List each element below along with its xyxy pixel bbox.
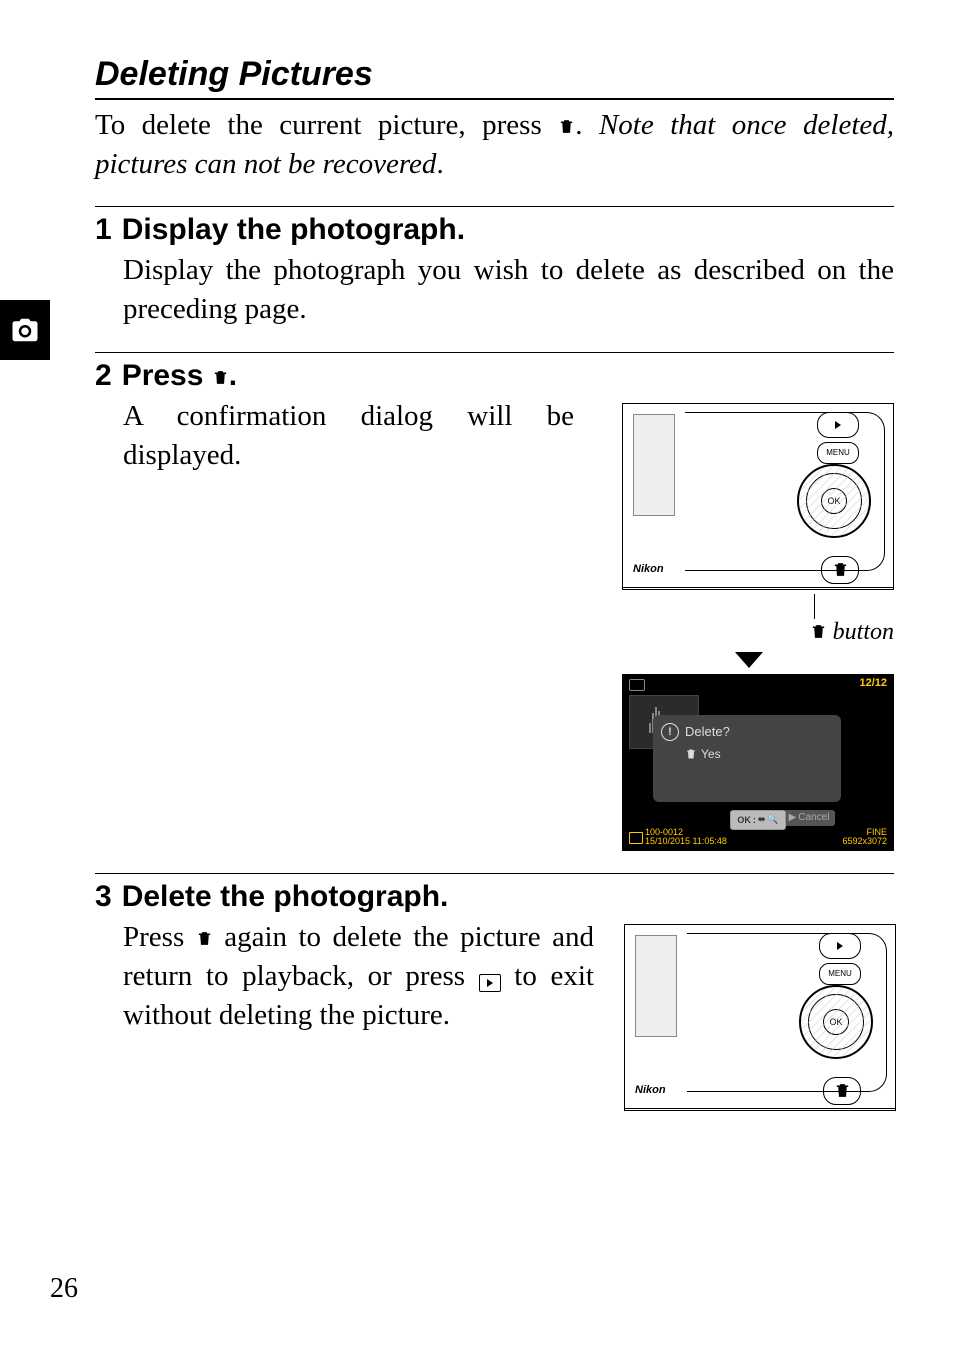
ok-button-icon: OK: [823, 1009, 849, 1035]
multi-selector-icon: OK: [797, 464, 871, 538]
intro-before: To delete the current picture, press: [95, 109, 558, 141]
playback-button-icon: [819, 933, 861, 959]
yes-option: Yes: [685, 747, 833, 761]
brand-text: Nikon: [635, 1084, 666, 1096]
cancel-option: ▶Cancel: [783, 810, 835, 826]
section-title: Deleting Pictures: [95, 55, 894, 94]
caption-text: button: [827, 619, 894, 645]
cancel-label: Cancel: [798, 812, 829, 823]
camera-back-figure: MENU OK Nikon: [624, 924, 896, 1111]
intro-plain: .: [575, 109, 599, 141]
step-body: Display the photograph you wish to delet…: [123, 251, 894, 329]
trash-icon: [196, 929, 213, 948]
yes-label: Yes: [701, 747, 721, 761]
trash-icon: [558, 117, 575, 136]
delete-label: Delete?: [685, 724, 730, 739]
sidebar-tab-camera-icon: [0, 300, 50, 360]
trash-button-icon: [821, 556, 859, 584]
datetime: 15/10/2015 11:05:48: [645, 837, 727, 846]
ok-hint: OK:⬌🔍: [730, 810, 786, 830]
size-info: FINE 6592x3072: [842, 828, 887, 846]
page-number: 26: [50, 1273, 78, 1305]
camera-mode-icon: [629, 679, 645, 691]
step-body: A confirmation dialog will be displayed.: [123, 397, 574, 851]
playback-icon: [479, 974, 501, 992]
playback-button-icon: [817, 412, 859, 438]
trash-icon: [810, 622, 827, 641]
menu-button-icon: MENU: [817, 442, 859, 464]
menu-button-icon: MENU: [819, 963, 861, 985]
image-counter: 12/12: [859, 677, 887, 689]
step-2: 2 Press . A confirmation dialog will be …: [95, 352, 894, 851]
file-info: 100-0012 15/10/2015 11:05:48: [645, 828, 727, 846]
ok-button-icon: OK: [821, 488, 847, 514]
ok-text: OK: [737, 815, 751, 825]
step-3: 3 Delete the photograph. Press again to …: [95, 873, 894, 1115]
size-code: 6592x3072: [842, 837, 887, 846]
step-title: Delete the photograph.: [122, 880, 449, 914]
trash-icon: [685, 748, 697, 760]
camera-icon: [10, 315, 40, 345]
step-num: 3: [95, 880, 112, 914]
camera-back-figure: MENU OK Nikon: [622, 403, 894, 590]
body-a: Press: [123, 921, 196, 953]
multi-selector-icon: OK: [799, 985, 873, 1059]
title-rule: [95, 98, 894, 100]
card-icon: [629, 832, 643, 844]
trash-button-icon: [823, 1077, 861, 1105]
warning-icon: !: [661, 723, 679, 741]
step-title: Display the photograph.: [122, 213, 465, 247]
arrow-down-icon: [735, 652, 763, 668]
step-title-before: Press: [122, 359, 212, 392]
step-title-after: .: [229, 359, 237, 392]
intro-end: .: [436, 148, 443, 180]
trash-icon: [212, 368, 229, 387]
figure-caption: button: [604, 619, 894, 646]
step-num: 1: [95, 213, 112, 247]
step-title: Press .: [122, 359, 237, 393]
step-num: 2: [95, 359, 112, 393]
step-1: 1 Display the photograph. Display the ph…: [95, 206, 894, 329]
brand-text: Nikon: [633, 563, 664, 575]
delete-dialog-figure: 12/12 ! Delete? Yes: [622, 674, 894, 851]
step-body: Press again to delete the picture and re…: [123, 918, 594, 1035]
intro-paragraph: To delete the current picture, press . N…: [95, 106, 894, 184]
